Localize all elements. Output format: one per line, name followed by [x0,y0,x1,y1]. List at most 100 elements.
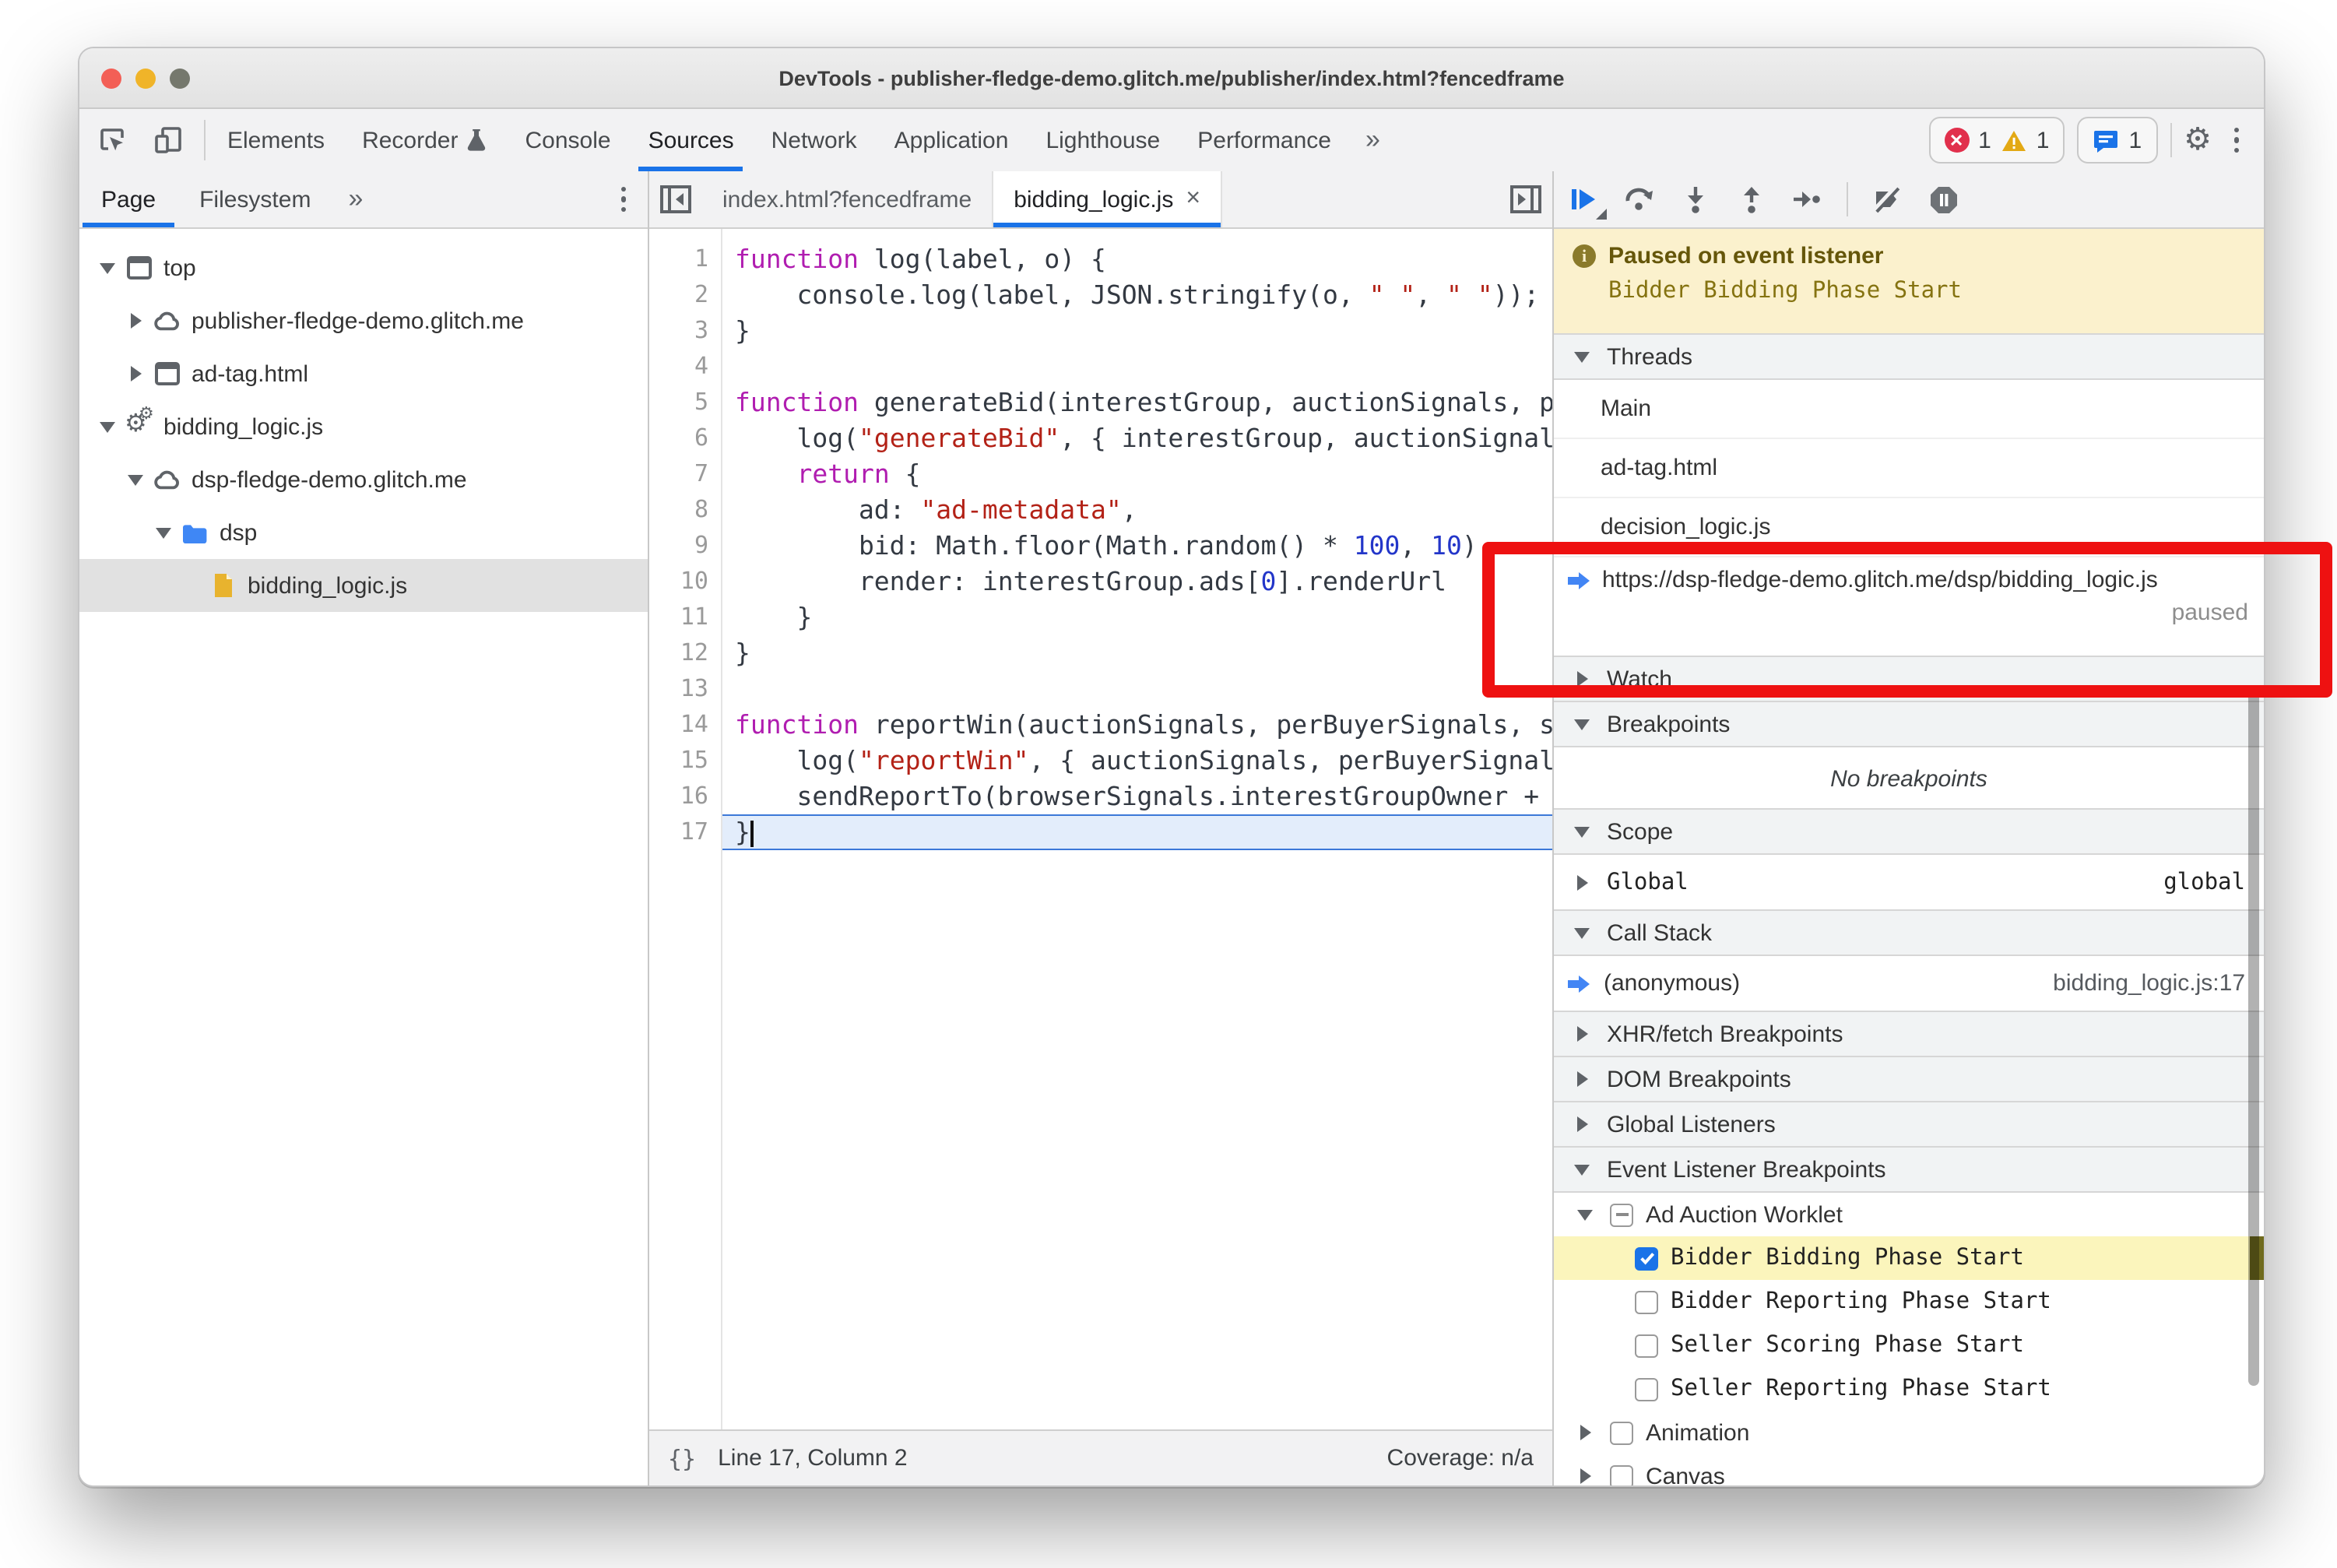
thread-item[interactable]: Main [1554,380,2264,439]
line-number[interactable]: 7 [649,456,721,492]
close-tab-icon[interactable]: × [1186,185,1200,213]
elb-item-bidder-reporting-phase-start[interactable]: Bidder Reporting Phase Start [1554,1280,2264,1324]
checkbox-checked[interactable] [1635,1246,1658,1270]
tab-elements[interactable]: Elements [209,109,343,171]
elb-group-canvas[interactable]: Canvas [1554,1454,2264,1485]
code-line[interactable]: function log(label, o) { [722,241,1552,277]
editor-tab-bidding-logic[interactable]: bidding_logic.js × [993,171,1223,227]
line-number[interactable]: 15 [649,743,721,779]
expanded-arrow-icon[interactable] [1573,1202,1597,1227]
elb-item-seller-scoring-phase-start[interactable]: Seller Scoring Phase Start [1554,1324,2264,1367]
section-breakpoints[interactable]: Breakpoints [1554,701,2264,747]
checkbox-unchecked[interactable] [1635,1377,1658,1401]
line-number[interactable]: 11 [649,599,721,635]
tree-item-top[interactable]: top [79,241,648,294]
navigator-menu-icon[interactable] [611,186,635,213]
tab-application[interactable]: Application [876,109,1028,171]
resume-script-button[interactable] [1566,182,1607,220]
collapsed-arrow-icon[interactable] [1573,1464,1597,1485]
tree-item-ad-tag-html[interactable]: ad-tag.html [79,347,648,400]
code-line[interactable]: } [722,599,1552,635]
line-number[interactable]: 5 [649,385,721,420]
tree-item-dsp-fledge-demo-glitch-me[interactable]: dsp-fledge-demo.glitch.me [79,453,648,506]
checkbox-unchecked[interactable] [1610,1421,1633,1444]
section-global-listeners[interactable]: Global Listeners [1554,1101,2264,1148]
checkbox-unchecked[interactable] [1635,1334,1658,1357]
expanded-arrow-icon[interactable] [95,414,120,439]
step-out-button[interactable] [1734,182,1769,216]
line-number[interactable]: 2 [649,277,721,313]
line-number[interactable]: 1 [649,241,721,277]
line-number-gutter[interactable]: 1 2 3 4 5 6 7 8 9 10 11 12 13 14 15 16 17 [649,229,722,1431]
pause-on-exceptions-button[interactable] [1926,182,1960,216]
debugger-toggle-icon[interactable] [1499,171,1552,227]
line-number[interactable]: 9 [649,528,721,564]
section-call-stack[interactable]: Call Stack [1554,909,2264,956]
collapsed-arrow-icon[interactable] [123,361,148,386]
line-number[interactable]: 10 [649,564,721,599]
call-stack-frame[interactable]: (anonymous) bidding_logic.js:17 [1554,956,2264,1012]
code-editor[interactable]: 1 2 3 4 5 6 7 8 9 10 11 12 13 14 15 16 17 function log(l… [649,229,1552,1431]
line-number[interactable]: 13 [649,671,721,707]
settings-gear-icon[interactable]: ⚙ [2184,125,2212,156]
checkbox-unchecked[interactable] [1610,1464,1633,1485]
code-line[interactable]: log("generateBid", { interestGroup, auct… [722,420,1552,456]
line-number[interactable]: 4 [649,349,721,385]
main-menu-icon[interactable] [2224,127,2248,153]
section-event-listener-breakpoints[interactable]: Event Listener Breakpoints [1554,1146,2264,1193]
editor-tab-index[interactable]: index.html?fencedframe [702,171,994,227]
collapsed-arrow-icon[interactable] [123,308,148,333]
tab-recorder[interactable]: Recorder [343,109,506,171]
close-window-button[interactable] [101,68,121,88]
window-titlebar[interactable]: DevTools - publisher-fledge-demo.glitch.… [79,48,2264,109]
code-line[interactable]: } [722,313,1552,349]
scrollbar-thumb[interactable] [2248,685,2259,1386]
inspect-element-icon[interactable] [89,118,135,162]
code-line[interactable]: console.log(label, JSON.stringify(o, " "… [722,277,1552,313]
step-button[interactable] [1791,182,1825,216]
more-navigator-tabs-icon[interactable]: » [332,171,378,227]
code-line[interactable]: ad: "ad-metadata", [722,492,1552,528]
section-threads[interactable]: Threads [1554,333,2264,380]
tree-item-publisher-fledge-demo-glitch-me[interactable]: publisher-fledge-demo.glitch.me [79,294,648,347]
more-panels-icon[interactable]: » [1350,109,1396,171]
tab-lighthouse[interactable]: Lighthouse [1027,109,1179,171]
elb-item-seller-reporting-phase-start[interactable]: Seller Reporting Phase Start [1554,1367,2264,1411]
thread-item[interactable]: ad-tag.html [1554,439,2264,498]
code-line[interactable]: } [722,635,1552,671]
expanded-arrow-icon[interactable] [151,520,176,545]
tab-sources[interactable]: Sources [630,109,753,171]
line-number[interactable]: 17 [649,814,721,850]
code-line[interactable]: sendReportTo(browserSignals.interestGrou… [722,779,1552,814]
section-dom-breakpoints[interactable]: DOM Breakpoints [1554,1056,2264,1102]
pretty-print-icon[interactable]: {} [668,1444,696,1472]
checkbox-indeterminate[interactable] [1610,1203,1633,1226]
checkbox-unchecked[interactable] [1635,1290,1658,1313]
scope-global-row[interactable]: Global global [1554,855,2264,911]
code-line[interactable]: function generateBid(interestGroup, auct… [722,385,1552,420]
code-line[interactable]: log("reportWin", { auctionSignals, perBu… [722,743,1552,779]
step-over-button[interactable] [1622,182,1657,216]
line-number[interactable]: 3 [649,313,721,349]
code-line-paused[interactable]: } [722,814,1552,850]
device-toolbar-icon[interactable] [145,118,192,162]
code-area[interactable]: function log(label, o) { console.log(lab… [722,229,1552,1431]
line-number[interactable]: 12 [649,635,721,671]
tab-performance[interactable]: Performance [1179,109,1350,171]
elb-group-animation[interactable]: Animation [1554,1411,2264,1454]
tab-console[interactable]: Console [506,109,629,171]
issues-badge[interactable]: 1 [2077,117,2158,163]
tab-filesystem[interactable]: Filesystem [177,171,332,227]
elb-group-ad-auction-worklet[interactable]: Ad Auction Worklet [1554,1193,2264,1236]
code-line[interactable]: bid: Math.floor(Math.random() * 100, 10)… [722,528,1552,564]
code-line[interactable]: function reportWin(auctionSignals, perBu… [722,707,1552,743]
collapsed-arrow-icon[interactable] [1573,1420,1597,1445]
code-line[interactable]: render: interestGroup.ads[0].renderUrl [722,564,1552,599]
step-into-button[interactable] [1678,182,1713,216]
line-number[interactable]: 16 [649,779,721,814]
expanded-arrow-icon[interactable] [95,255,120,280]
line-number[interactable]: 14 [649,707,721,743]
code-line[interactable] [722,349,1552,385]
errors-warnings-badge[interactable]: ✕ 1 1 [1928,117,2065,163]
code-line[interactable]: return { [722,456,1552,492]
